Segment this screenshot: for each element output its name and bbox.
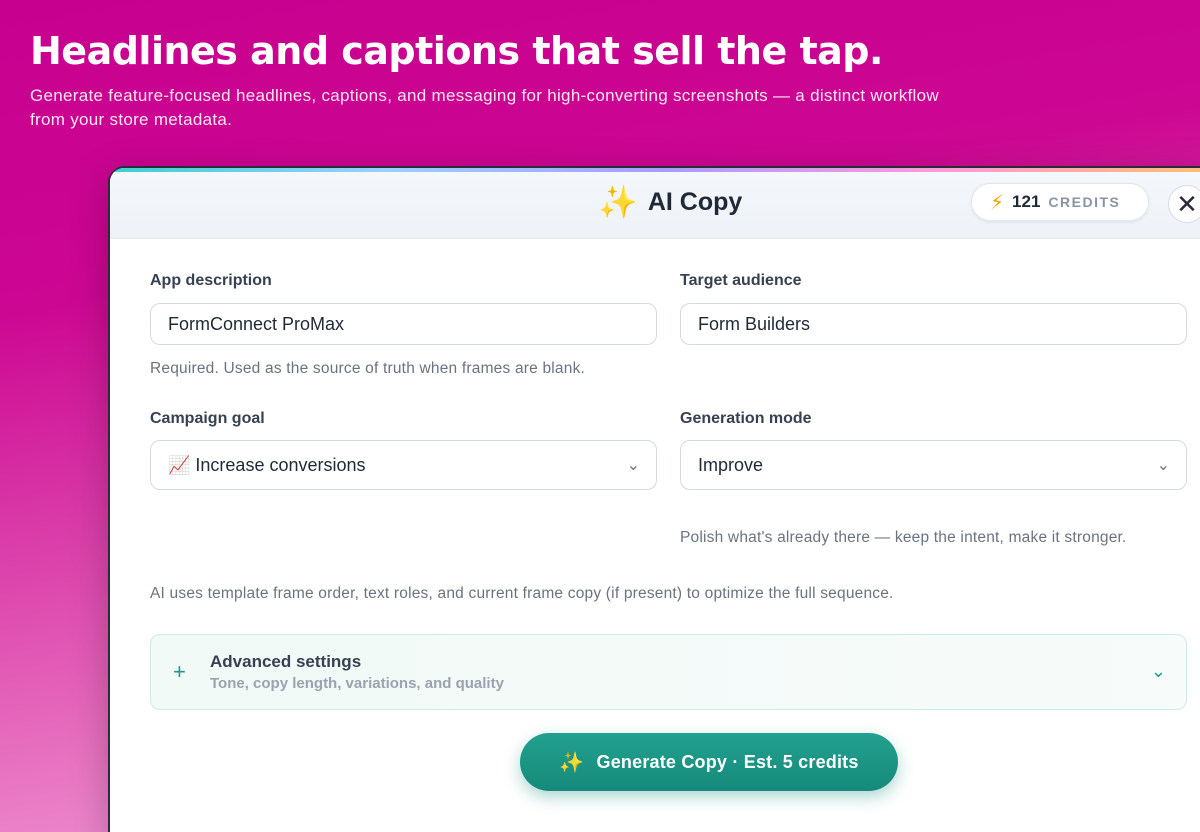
credits-label: CREDITS: [1048, 194, 1121, 210]
hero-headline: Headlines and captions that sell the tap…: [30, 29, 883, 73]
generation-mode-select[interactable]: Improve ⌄: [680, 440, 1187, 490]
target-audience-value: Form Builders: [698, 313, 811, 334]
advanced-settings-toggle[interactable]: + Advanced settings Tone, copy length, v…: [150, 634, 1187, 710]
close-icon: ✕: [1176, 189, 1198, 219]
info-note: AI uses template frame order, text roles…: [150, 585, 894, 602]
target-audience-label: Target audience: [680, 272, 802, 289]
generate-copy-button[interactable]: ✨ Generate Copy · Est. 5 credits: [520, 733, 898, 791]
modal-title: ✨ AI Copy: [598, 182, 742, 222]
modal-header: ✨ AI Copy ⚡ 121 CREDITS ✕: [110, 172, 1200, 239]
modal-footer: ✨ Generate Copy · Est. 5 credits: [150, 710, 1187, 814]
generate-copy-label: Generate Copy · Est. 5 credits: [596, 751, 859, 772]
app-description-input[interactable]: FormConnect ProMax: [150, 303, 657, 345]
sparkles-icon: ✨: [559, 751, 585, 774]
chevron-down-icon: ⌄: [1150, 661, 1166, 681]
hero-subtitle: Generate feature-focused headlines, capt…: [30, 86, 939, 129]
plus-icon: +: [173, 659, 186, 684]
app-description-hint: Required. Used as the source of truth wh…: [150, 360, 586, 377]
generation-mode-hint: Polish what's already there — keep the i…: [680, 529, 1127, 546]
campaign-goal-label: Campaign goal: [150, 410, 265, 427]
modal-title-text: AI Copy: [647, 187, 743, 216]
sparkles-icon: ✨: [598, 184, 638, 220]
close-button[interactable]: ✕: [1168, 185, 1200, 223]
chevron-down-icon: ⌄: [1156, 457, 1170, 474]
credits-badge[interactable]: ⚡ 121 CREDITS: [971, 183, 1149, 221]
lightning-icon: ⚡: [990, 191, 1005, 214]
campaign-goal-value: 📈 Increase conversions: [168, 454, 366, 475]
advanced-settings-title: Advanced settings: [210, 652, 362, 671]
generation-mode-label: Generation mode: [680, 410, 812, 427]
app-description-value: FormConnect ProMax: [168, 313, 345, 334]
advanced-settings-subtitle: Tone, copy length, variations, and quali…: [210, 675, 504, 692]
chevron-down-icon: ⌄: [626, 457, 640, 474]
generation-mode-value: Improve: [698, 454, 764, 475]
hero-section: Headlines and captions that sell the tap…: [30, 28, 950, 132]
target-audience-input[interactable]: Form Builders: [680, 303, 1187, 345]
app-description-label: App description: [150, 272, 272, 289]
campaign-goal-select[interactable]: 📈 Increase conversions ⌄: [150, 440, 657, 490]
credits-count: 121: [1012, 192, 1041, 211]
ai-copy-modal: ✨ AI Copy ⚡ 121 CREDITS ✕ App descriptio…: [110, 168, 1200, 832]
